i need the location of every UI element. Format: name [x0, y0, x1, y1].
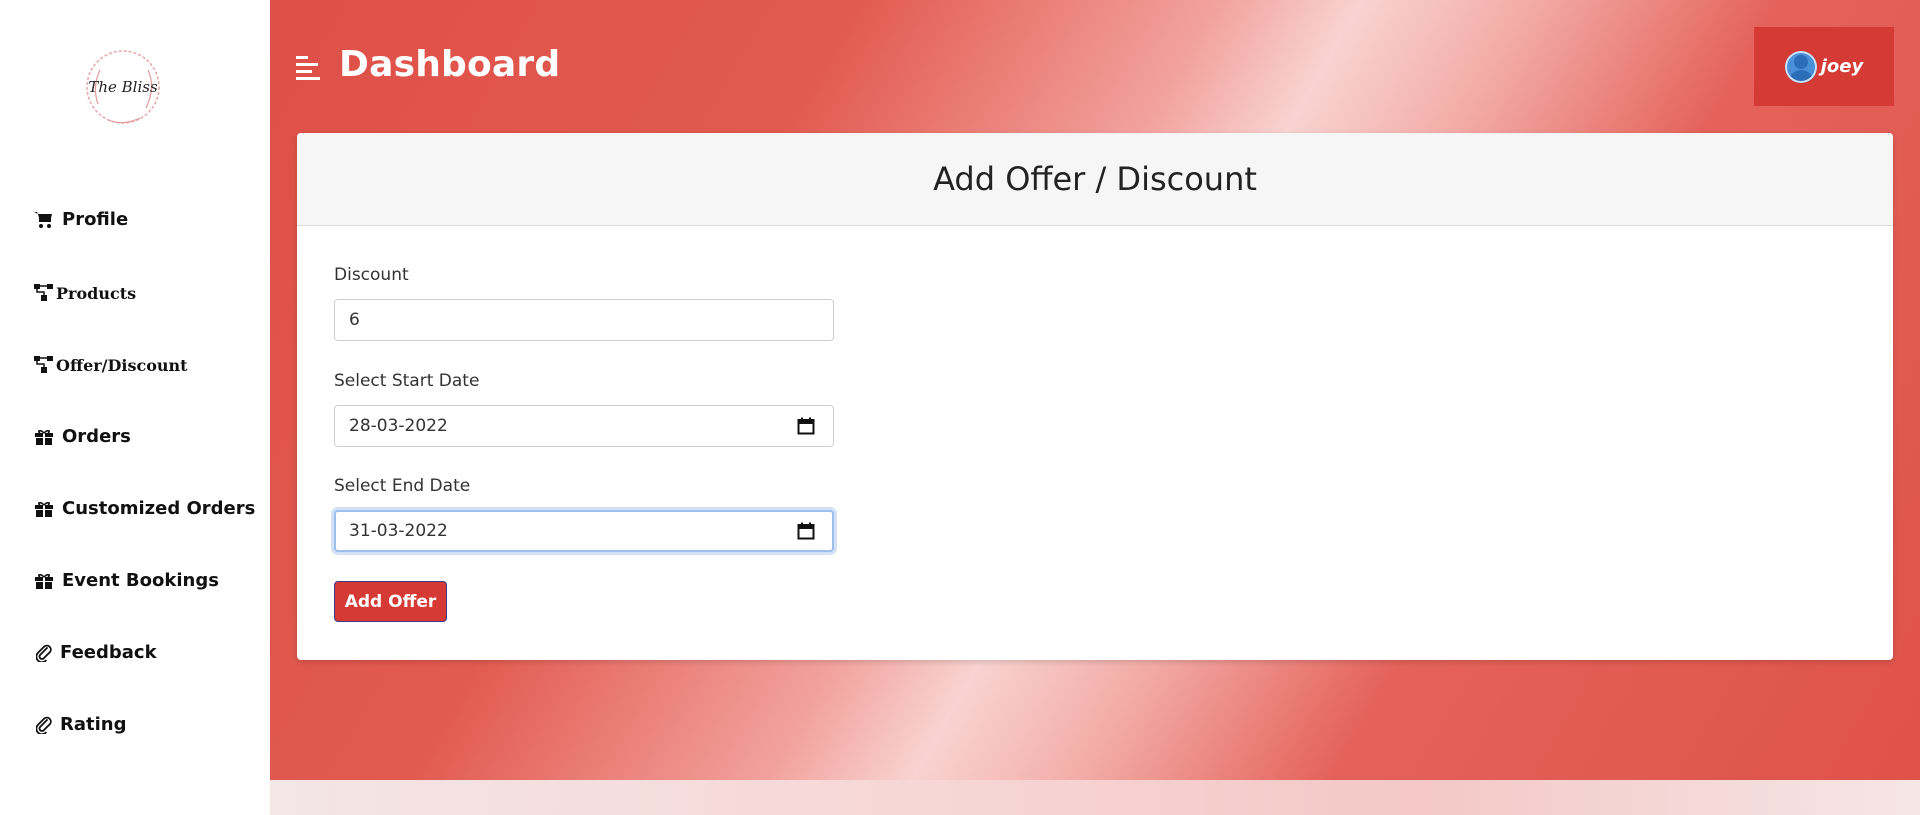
- wreath-logo-icon: The Bliss: [86, 50, 160, 124]
- sidebar-item-profile[interactable]: Profile: [34, 209, 128, 230]
- sidebar-item-label: Offer/Discount: [56, 355, 188, 375]
- sidebar-item-label: Feedback: [60, 642, 157, 663]
- sidebar-item-label: Event Bookings: [62, 570, 219, 591]
- end-date-label: Select End Date: [334, 476, 471, 496]
- paperclip-icon: [34, 715, 54, 735]
- sidebar-item-customized-orders[interactable]: Customized Orders: [34, 498, 255, 519]
- card-header: Add Offer / Discount: [297, 133, 1893, 226]
- brand-logo[interactable]: The Bliss: [78, 42, 168, 132]
- sidebar-item-products[interactable]: Products: [34, 283, 136, 303]
- discount-input[interactable]: 6: [334, 299, 834, 341]
- sidebar-item-label: Orders: [62, 426, 131, 447]
- sidebar-item-label: Customized Orders: [62, 498, 256, 519]
- username: joey: [1820, 56, 1864, 77]
- end-date-value: 31-03-2022: [349, 521, 448, 541]
- sidebar-item-event-bookings[interactable]: Event Bookings: [34, 570, 219, 591]
- sidebar-item-offer-discount[interactable]: Offer/Discount: [34, 355, 188, 375]
- sidebar-item-label: Profile: [62, 209, 129, 230]
- calendar-icon[interactable]: [797, 417, 815, 435]
- user-avatar-icon: [1784, 50, 1817, 83]
- paperclip-icon: [34, 643, 54, 663]
- sitemap-icon: [34, 283, 54, 303]
- card-title: Add Offer / Discount: [933, 160, 1257, 198]
- gift-icon: [34, 571, 54, 591]
- menu-toggle-icon[interactable]: [296, 54, 322, 80]
- add-offer-button[interactable]: Add Offer: [334, 581, 447, 622]
- sidebar-item-rating[interactable]: Rating: [34, 714, 126, 735]
- start-date-value: 28-03-2022: [349, 416, 448, 436]
- sidebar-item-label: Products: [56, 283, 137, 303]
- cart-icon: [34, 210, 54, 230]
- svg-text:The Bliss: The Bliss: [88, 78, 158, 96]
- discount-input-value: 6: [349, 310, 360, 330]
- add-offer-card: Add Offer / Discount Discount 6 Select S…: [297, 133, 1893, 660]
- main-footer-strip: [270, 780, 1920, 815]
- gift-icon: [34, 427, 54, 447]
- start-date-label: Select Start Date: [334, 371, 480, 391]
- start-date-input[interactable]: 28-03-2022: [334, 405, 834, 447]
- discount-label: Discount: [334, 265, 409, 285]
- page-title: Dashboard: [339, 44, 561, 85]
- sidebar-item-label: Rating: [60, 714, 127, 735]
- sidebar: The Bliss Profile Products Offer/Discoun…: [0, 0, 270, 815]
- gift-icon: [34, 499, 54, 519]
- sitemap-icon: [34, 355, 54, 375]
- calendar-icon[interactable]: [797, 522, 815, 540]
- end-date-input[interactable]: 31-03-2022: [334, 510, 834, 552]
- user-menu-button[interactable]: joey: [1754, 27, 1894, 106]
- sidebar-item-feedback[interactable]: Feedback: [34, 642, 157, 663]
- sidebar-item-orders[interactable]: Orders: [34, 426, 131, 447]
